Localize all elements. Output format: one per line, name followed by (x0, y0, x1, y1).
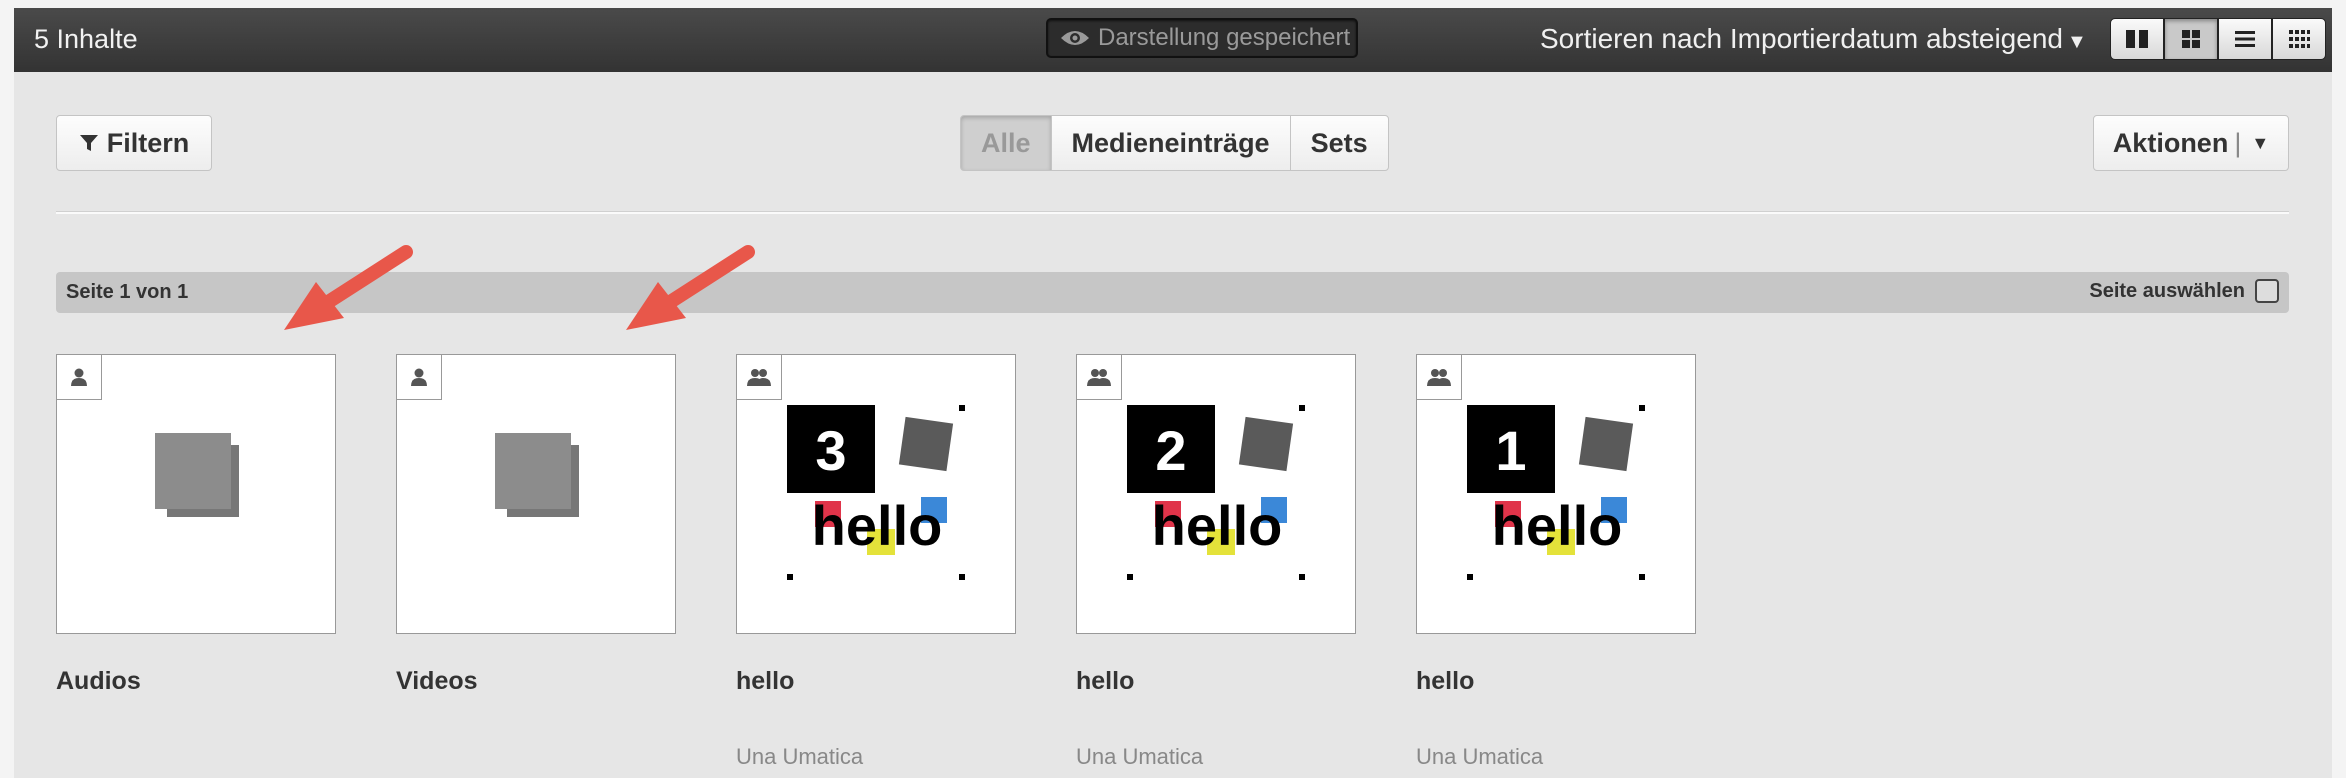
filter-label: Filtern (106, 127, 190, 158)
set-card-audios[interactable]: Audios (56, 354, 345, 695)
caret-down-icon: ▼ (2251, 132, 2270, 153)
saved-view-indicator[interactable]: Darstellung gespeichert (1046, 18, 1358, 58)
card-author: Una Umatica (1416, 744, 1544, 769)
media-entry-card[interactable]: 1 hello hello Una Umatica (1416, 354, 1696, 769)
media-entry-card[interactable]: 2 hello hello Una Umatica (1076, 354, 1356, 769)
eye-icon (1061, 31, 1089, 45)
actions-button[interactable]: Aktionen | ▼ (2093, 115, 2289, 171)
actions-label: Aktionen (2112, 127, 2229, 158)
card-author: Una Umatica (1076, 744, 1204, 769)
card-title[interactable]: hello (1416, 667, 1474, 696)
card-thumbnail[interactable]: 1 hello (1416, 354, 1696, 634)
card-thumbnail[interactable]: 3 hello (736, 354, 1016, 634)
media-entry-card[interactable]: 3 hello hello Una Umatica (736, 354, 1016, 769)
person-icon (57, 355, 102, 400)
grid-small-icon (2289, 30, 2310, 48)
divider (56, 211, 2289, 214)
type-filter-segment: Alle Medieneinträge Sets (960, 115, 1389, 171)
tiles-large-icon (2126, 30, 2148, 48)
set-card-videos[interactable]: Videos (396, 354, 685, 695)
main-panel: 5 Inhalte Darstellung gespeichert Sortie… (14, 8, 2332, 778)
view-grid-small-button[interactable] (2272, 18, 2326, 60)
group-icon (1077, 355, 1122, 400)
annotation-arrow-icon (626, 245, 755, 330)
caret-down-icon: ▼ (2066, 31, 2087, 53)
content-count: 5 Inhalte (34, 24, 138, 54)
entry-number: 2 (1155, 419, 1186, 482)
top-toolbar: 5 Inhalte Darstellung gespeichert Sortie… (14, 8, 2332, 72)
card-title[interactable]: hello (1076, 667, 1134, 696)
set-icon (155, 433, 239, 517)
view-tiles-large-button[interactable] (2110, 18, 2164, 60)
entry-text: hello (1152, 494, 1283, 557)
segment-all[interactable]: Alle (960, 115, 1052, 171)
view-mode-group (2110, 18, 2326, 60)
set-icon (495, 433, 579, 517)
funnel-icon (79, 135, 98, 151)
sort-dropdown[interactable]: Sortieren nach Importierdatum absteigend… (1540, 23, 2087, 55)
annotation-arrow-icon (284, 245, 413, 330)
select-page[interactable]: Seite auswählen (2089, 279, 2279, 303)
entry-text: hello (1492, 494, 1623, 557)
page-info: Seite 1 von 1 (66, 281, 189, 303)
view-grid-button[interactable] (2164, 18, 2218, 60)
actions-separator: | (2234, 127, 2242, 158)
entry-number: 3 (815, 419, 846, 482)
segment-sets[interactable]: Sets (1289, 115, 1389, 171)
filter-button[interactable]: Filtern (56, 115, 212, 171)
card-title[interactable]: hello (736, 667, 794, 696)
card-title[interactable]: Videos (396, 667, 478, 696)
entry-text: hello (812, 494, 943, 557)
group-icon (1417, 355, 1462, 400)
card-thumbnail[interactable]: 2 hello (1076, 354, 1356, 634)
card-title[interactable]: Audios (56, 667, 141, 696)
grid-icon (2182, 30, 2200, 48)
card-thumbnail[interactable] (56, 354, 345, 643)
card-thumbnail[interactable] (396, 354, 685, 643)
select-page-label: Seite auswählen (2089, 279, 2245, 302)
list-icon (2235, 31, 2255, 47)
sort-label: Sortieren nach Importierdatum absteigend (1540, 23, 2063, 54)
card-author: Una Umatica (736, 744, 864, 769)
group-icon (737, 355, 782, 400)
segment-media-entries[interactable]: Medieneinträge (1050, 115, 1291, 171)
select-page-checkbox[interactable] (2255, 279, 2279, 303)
saved-view-label: Darstellung gespeichert (1098, 24, 1351, 51)
person-icon (397, 355, 442, 400)
view-list-button[interactable] (2218, 18, 2272, 60)
entry-number: 1 (1495, 419, 1526, 482)
